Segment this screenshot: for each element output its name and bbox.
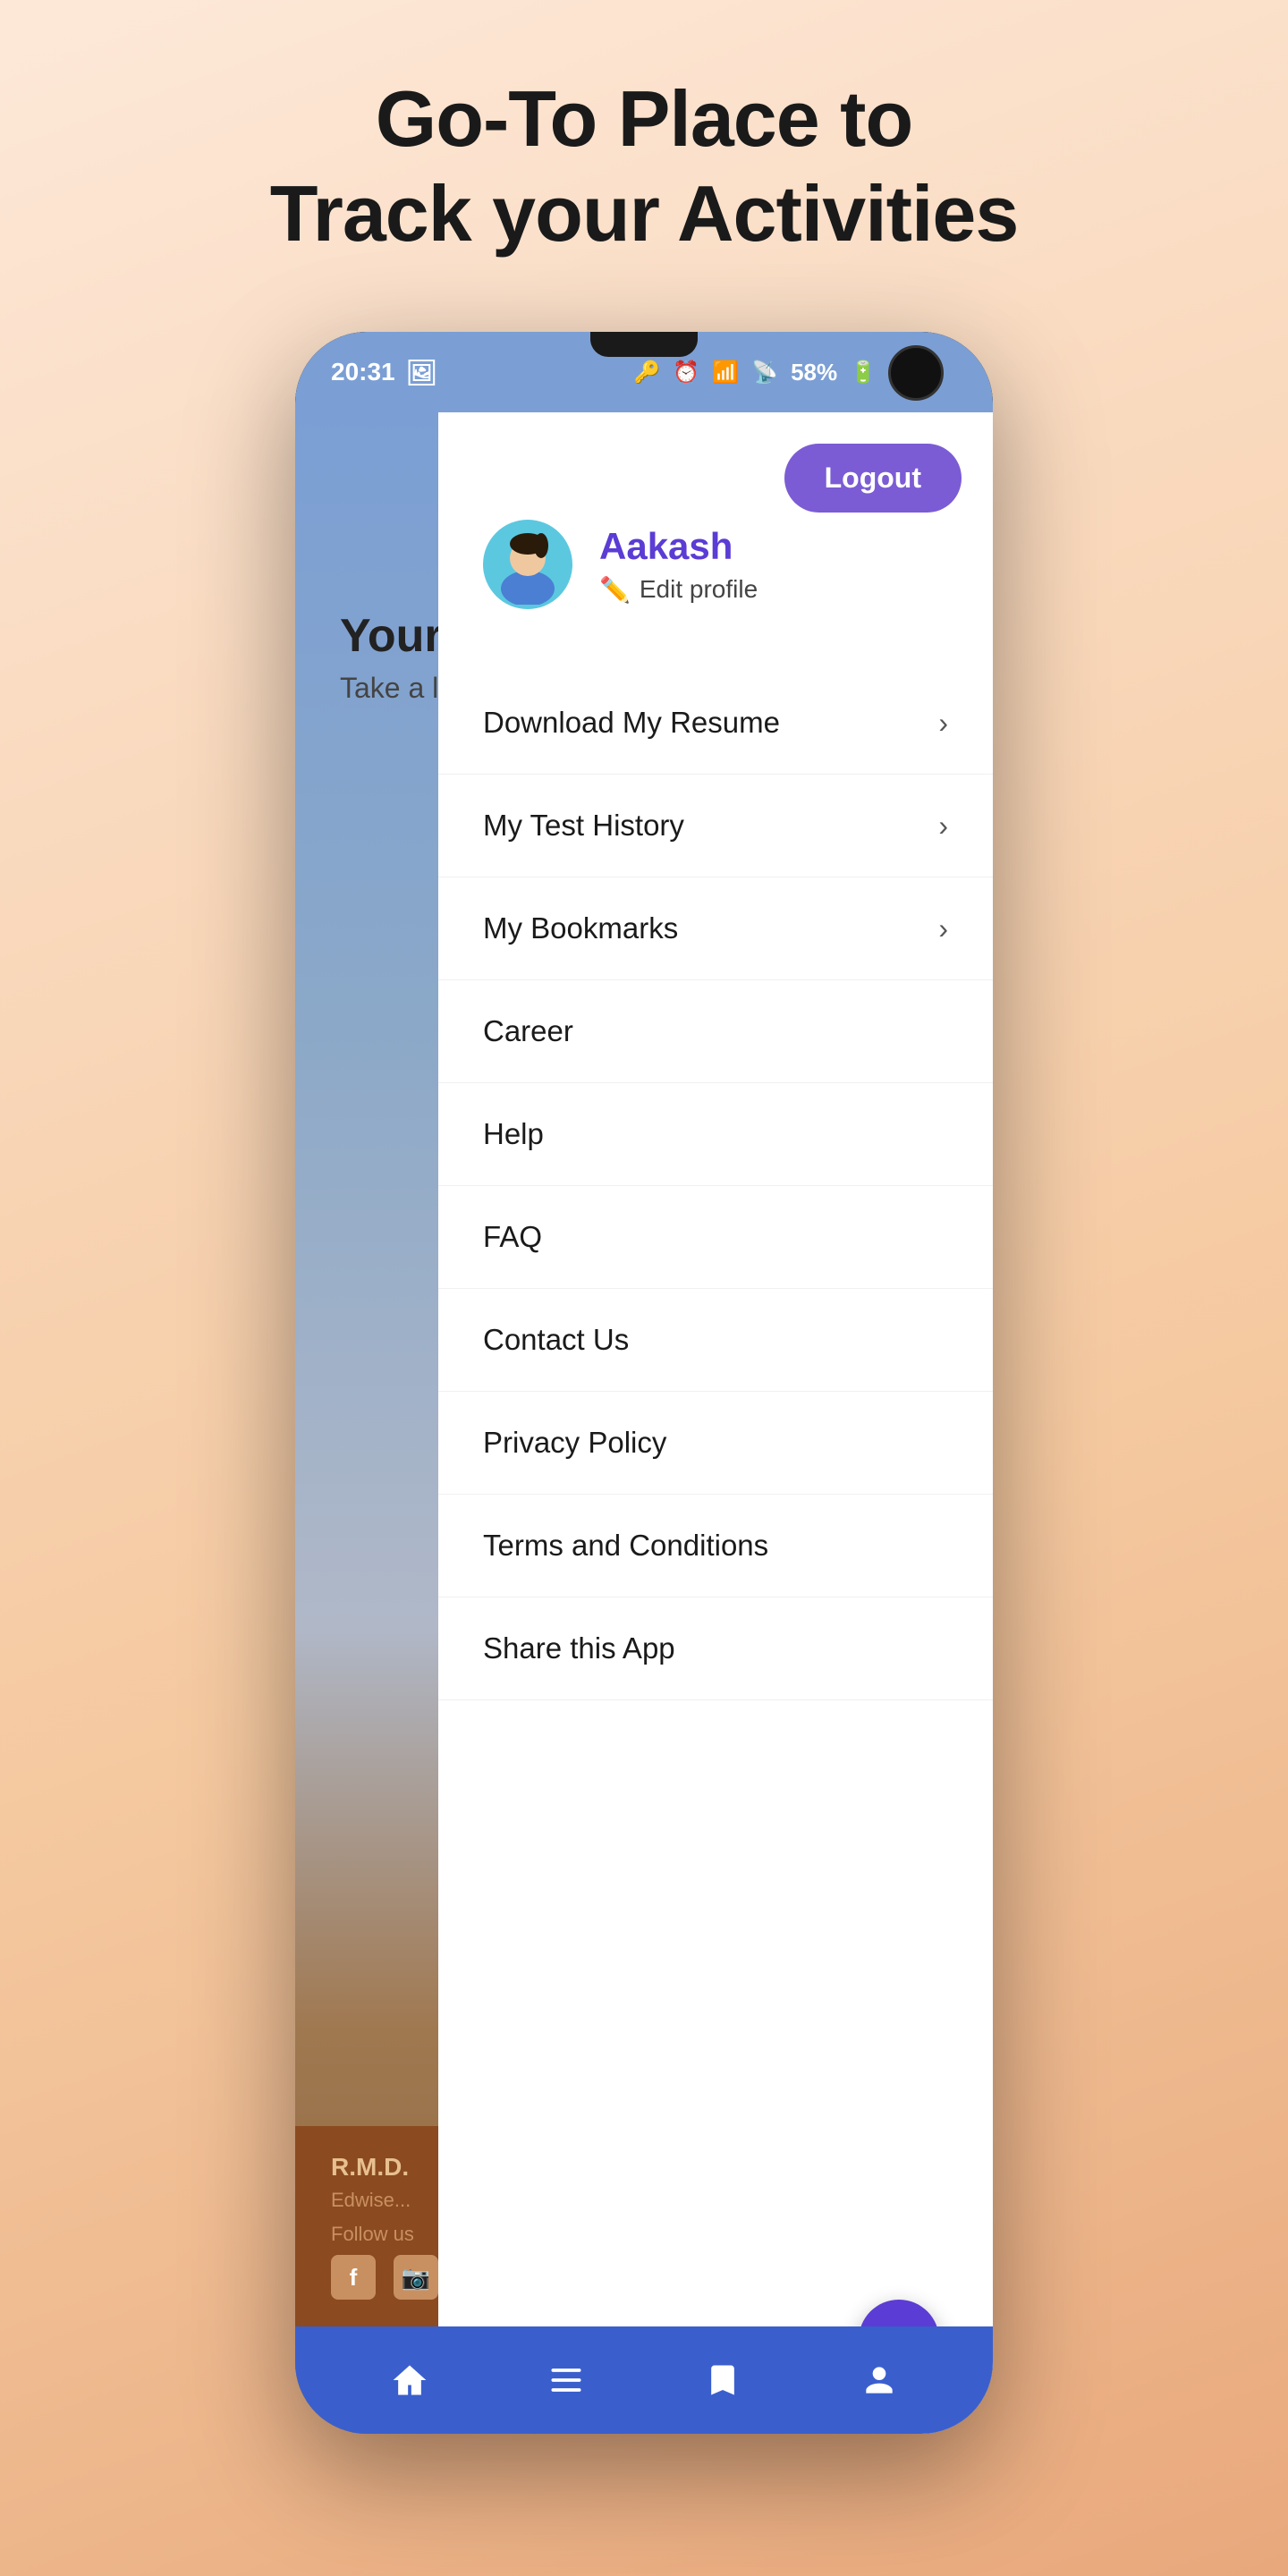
menu-list: Download My Resume › My Test History › M… — [438, 654, 993, 1718]
contact-label: Contact Us — [483, 1323, 629, 1357]
menu-item-contact[interactable]: Contact Us — [438, 1289, 993, 1392]
career-label: Career — [483, 1014, 573, 1048]
signal-icon: 📡 — [751, 360, 778, 386]
terms-label: Terms and Conditions — [483, 1529, 768, 1563]
phone-frame: 20:31 🖼 🔑 ⏰ 📶 📡 58% 🔋 Your Take a lo... … — [295, 332, 993, 2434]
menu-item-terms[interactable]: Terms and Conditions — [438, 1495, 993, 1597]
help-label: Help — [483, 1117, 544, 1151]
battery-icon: 🔋 — [850, 360, 877, 386]
photo-icon: 🖼 — [406, 358, 438, 387]
alarm-icon: ⏰ — [673, 360, 699, 386]
menu-item-download-resume[interactable]: Download My Resume › — [438, 672, 993, 775]
notch — [590, 332, 698, 357]
chevron-right-icon: › — [938, 707, 948, 740]
nav-bookmark-icon[interactable] — [696, 2353, 750, 2407]
facebook-icon[interactable]: f — [331, 2255, 376, 2300]
menu-item-privacy[interactable]: Privacy Policy — [438, 1392, 993, 1495]
menu-item-faq[interactable]: FAQ — [438, 1186, 993, 1289]
download-resume-label: Download My Resume — [483, 706, 780, 740]
avatar-svg — [487, 524, 568, 605]
menu-item-career[interactable]: Career — [438, 980, 993, 1083]
battery-display: 58% — [791, 359, 837, 386]
avatar — [483, 520, 572, 609]
edit-profile-label: Edit profile — [640, 575, 758, 604]
key-icon: 🔑 — [634, 360, 661, 386]
status-bar: 20:31 🖼 🔑 ⏰ 📶 📡 58% 🔋 — [295, 332, 993, 412]
wifi-icon: 📶 — [712, 360, 739, 386]
share-label: Share this App — [483, 1631, 675, 1665]
chevron-right-icon: › — [938, 912, 948, 945]
status-right: 🔑 ⏰ 📶 📡 58% 🔋 — [634, 359, 877, 386]
nav-person-icon[interactable] — [852, 2353, 906, 2407]
menu-item-test-history[interactable]: My Test History › — [438, 775, 993, 877]
profile-drawer: Logout Aakash — [438, 412, 993, 2434]
phone-screen: Your Take a lo... R.M.D. Edwise... Follo… — [295, 412, 993, 2434]
camera-punch — [888, 345, 944, 401]
menu-item-help[interactable]: Help — [438, 1083, 993, 1186]
menu-item-share[interactable]: Share this App — [438, 1597, 993, 1700]
logout-button[interactable]: Logout — [784, 444, 962, 513]
status-left: 20:31 🖼 — [331, 358, 437, 387]
faq-label: FAQ — [483, 1220, 542, 1254]
edit-icon: ✏️ — [599, 575, 631, 605]
nav-list-icon[interactable] — [539, 2353, 593, 2407]
bottom-nav — [295, 2326, 993, 2434]
menu-item-bookmarks[interactable]: My Bookmarks › — [438, 877, 993, 980]
user-info: Aakash ✏️ Edit profile — [599, 525, 758, 605]
bookmarks-label: My Bookmarks — [483, 911, 678, 945]
chevron-right-icon: › — [938, 809, 948, 843]
username-display: Aakash — [599, 525, 758, 568]
nav-home-icon[interactable] — [383, 2353, 436, 2407]
page-title: Go-To Place to Track your Activities — [270, 72, 1019, 260]
test-history-label: My Test History — [483, 809, 684, 843]
time-display: 20:31 — [331, 358, 395, 386]
instagram-icon[interactable]: 📷 — [394, 2255, 438, 2300]
privacy-label: Privacy Policy — [483, 1426, 666, 1460]
edit-profile-button[interactable]: ✏️ Edit profile — [599, 575, 758, 605]
